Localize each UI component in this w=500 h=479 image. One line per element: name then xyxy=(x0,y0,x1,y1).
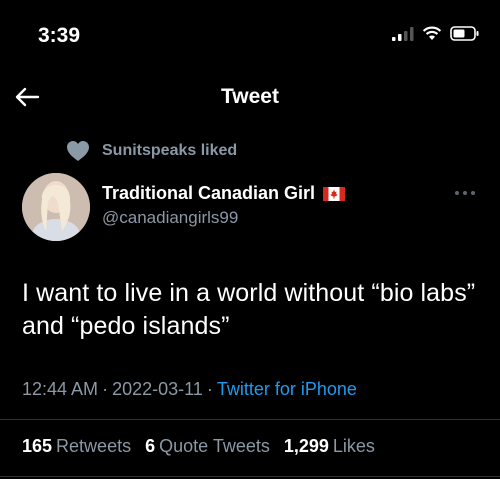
retweets-label: Retweets xyxy=(56,436,132,456)
tweet-stats: 165 Retweets 6 Quote Tweets 1,299 Likes xyxy=(22,436,375,457)
tweet-meta: 12:44 AM · 2022-03-11 · Twitter for iPhone xyxy=(22,379,357,400)
divider xyxy=(0,476,500,477)
social-context-text: Sunitspeaks liked xyxy=(102,142,238,159)
heart-icon xyxy=(67,141,89,161)
status-bar: 3:39 xyxy=(0,0,500,70)
wifi-icon xyxy=(422,26,442,40)
divider xyxy=(0,419,500,420)
navigation-bar: Tweet xyxy=(0,76,500,120)
avatar-image xyxy=(22,173,90,241)
likes-count: 1,299 xyxy=(283,436,329,456)
tweet-date[interactable]: 2022-03-11 xyxy=(112,379,203,399)
likes-stat[interactable]: 1,299 Likes xyxy=(284,436,375,457)
page-title: Tweet xyxy=(221,85,279,108)
tweet-time[interactable]: 12:44 AM xyxy=(22,379,98,399)
social-context[interactable]: Sunitspeaks liked xyxy=(66,140,237,162)
likes-label: Likes xyxy=(332,436,375,456)
canada-flag-icon xyxy=(323,186,346,201)
avatar[interactable] xyxy=(22,173,90,241)
quotes-label: Quote Tweets xyxy=(159,436,270,456)
meta-separator: · xyxy=(102,379,109,399)
quotes-count: 6 xyxy=(145,436,156,456)
status-time: 3:39 xyxy=(38,24,81,47)
tweet-text: I want to live in a world without “bio l… xyxy=(22,279,476,340)
status-icons xyxy=(392,26,480,41)
signal-icon xyxy=(392,26,414,41)
author-info[interactable]: Traditional Canadian Girl @canadiangirls… xyxy=(102,183,346,228)
user-handle[interactable]: @canadiangirls99 xyxy=(102,208,345,228)
display-name[interactable]: Traditional Canadian Girl xyxy=(102,183,315,204)
battery-icon xyxy=(450,26,479,41)
quote-tweets-stat[interactable]: 6 Quote Tweets xyxy=(145,436,270,457)
more-options-icon[interactable] xyxy=(454,188,476,198)
tweet-source-link[interactable]: Twitter for iPhone xyxy=(217,379,357,399)
retweets-count: 165 xyxy=(22,436,53,456)
meta-separator: · xyxy=(206,379,213,399)
retweets-stat[interactable]: 165 Retweets xyxy=(22,436,131,457)
